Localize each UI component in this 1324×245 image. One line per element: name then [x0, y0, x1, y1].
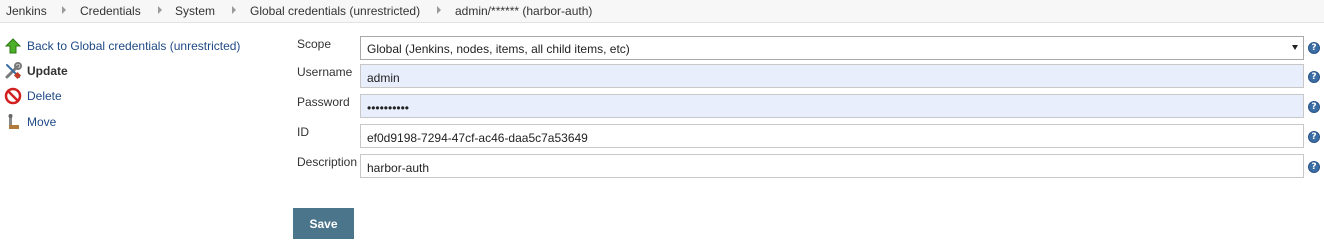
task-label: Back to Global credentials (unrestricted… — [27, 39, 241, 53]
username-input[interactable]: admin — [360, 64, 1304, 88]
move-icon — [8, 114, 19, 129]
help-icon[interactable]: ? — [1308, 161, 1320, 173]
breadcrumb-item-global-credentials[interactable]: Global credentials (unrestricted) — [250, 4, 420, 18]
task-label: Update — [27, 64, 68, 78]
breadcrumb: Jenkins Credentials System Global creden… — [0, 0, 1324, 23]
scope-label: Scope — [297, 37, 332, 51]
password-input[interactable]: •••••••••• — [360, 94, 1304, 118]
id-input[interactable]: ef0d9198-7294-47cf-ac46-daa5c7a53649 — [360, 124, 1304, 148]
task-label: Delete — [27, 89, 62, 103]
scope-selected-value: Global (Jenkins, nodes, items, all child… — [367, 42, 630, 56]
breadcrumb-separator-icon[interactable] — [158, 6, 162, 14]
chevron-down-icon — [1292, 45, 1298, 50]
breadcrumb-separator-icon[interactable] — [232, 6, 236, 14]
description-label: Description — [297, 155, 358, 169]
scope-select[interactable]: Global (Jenkins, nodes, items, all child… — [360, 36, 1304, 60]
task-label: Move — [27, 115, 57, 129]
help-icon[interactable]: ? — [1308, 131, 1320, 143]
save-button[interactable]: Save — [293, 208, 354, 239]
description-input[interactable]: harbor-auth — [360, 154, 1304, 178]
wrench-screwdriver-icon — [5, 62, 22, 80]
breadcrumb-separator-icon[interactable] — [62, 6, 66, 14]
breadcrumb-item-jenkins[interactable]: Jenkins — [6, 4, 47, 18]
username-label: Username — [297, 65, 353, 79]
help-icon[interactable]: ? — [1308, 71, 1320, 83]
breadcrumb-item-current-credential[interactable]: admin/****** (harbor-auth) — [455, 4, 592, 18]
help-icon[interactable]: ? — [1308, 101, 1320, 113]
id-label: ID — [297, 125, 309, 139]
breadcrumb-item-credentials[interactable]: Credentials — [80, 4, 141, 18]
breadcrumb-item-system[interactable]: System — [175, 4, 215, 18]
breadcrumb-separator-icon[interactable] — [437, 6, 441, 14]
help-icon[interactable]: ? — [1308, 42, 1320, 54]
up-arrow-icon — [4, 38, 22, 54]
password-label: Password — [297, 95, 350, 109]
no-entry-icon — [4, 87, 22, 105]
